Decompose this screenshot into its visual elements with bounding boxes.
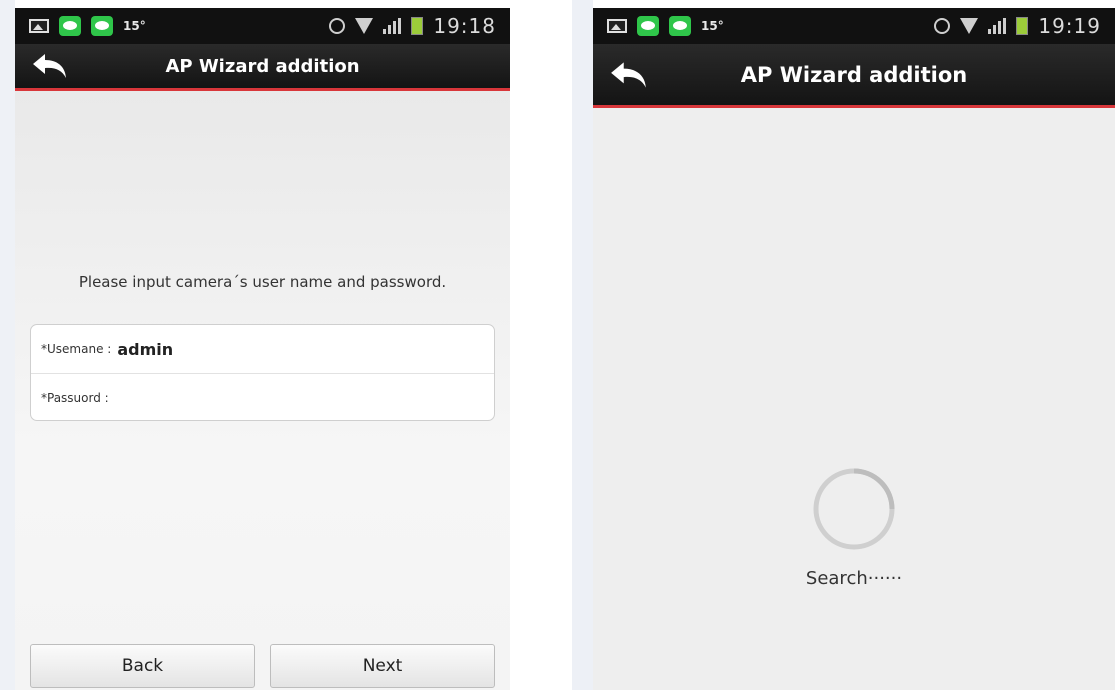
username-row: *Usemane :	[31, 325, 494, 373]
back-arrow-icon[interactable]	[609, 59, 649, 91]
page-title: AP Wizard addition	[165, 55, 360, 77]
clock-time: 19:19	[1038, 14, 1101, 38]
password-input[interactable]	[108, 388, 415, 407]
loading-spinner-icon	[813, 468, 895, 550]
screen-gap	[510, 0, 572, 690]
status-bar: 15° 19:19	[593, 8, 1115, 44]
battery-icon	[1016, 17, 1029, 35]
next-button[interactable]: Next	[270, 644, 495, 688]
page-title: AP Wizard addition	[740, 62, 968, 87]
title-bar: AP Wizard addition	[15, 44, 510, 91]
line-app-icon	[91, 16, 113, 36]
status-bar: 15° 19:18	[15, 8, 510, 44]
alarm-icon	[329, 18, 346, 34]
phone-screen-credentials: 15° 19:18 AP Wizard addition Please inpu…	[15, 8, 510, 690]
clock-time: 19:18	[433, 14, 496, 38]
temperature-text: 15°	[701, 19, 724, 33]
wifi-icon	[960, 18, 979, 34]
left-background	[0, 0, 15, 690]
search-content: Search······	[593, 108, 1115, 690]
username-input[interactable]	[111, 339, 418, 359]
wifi-icon	[355, 18, 374, 34]
right-background	[572, 0, 593, 690]
instruction-text: Please input camera´s user name and pass…	[78, 273, 447, 291]
password-label: *Passuord :	[41, 390, 109, 405]
alarm-icon	[934, 18, 951, 34]
password-row: *Passuord :	[31, 373, 494, 421]
credentials-content: Please input camera´s user name and pass…	[15, 91, 510, 690]
temperature-text: 15°	[123, 19, 146, 33]
gallery-icon	[29, 19, 49, 33]
title-bar: AP Wizard addition	[593, 44, 1115, 108]
back-arrow-icon[interactable]	[31, 52, 69, 80]
search-status-text: Search······	[805, 568, 903, 589]
line-app-icon	[637, 16, 659, 36]
signal-icon	[988, 18, 1007, 34]
signal-icon	[383, 18, 402, 34]
gallery-icon	[607, 19, 627, 33]
back-button[interactable]: Back	[30, 644, 255, 688]
credentials-form: *Usemane : *Passuord :	[30, 324, 495, 421]
line-app-icon	[59, 16, 81, 36]
phone-screen-searching: 15° 19:19 AP Wizard addition Search·····…	[593, 8, 1115, 690]
username-label: *Usemane :	[41, 342, 112, 356]
battery-icon	[411, 17, 424, 35]
line-app-icon	[669, 16, 691, 36]
